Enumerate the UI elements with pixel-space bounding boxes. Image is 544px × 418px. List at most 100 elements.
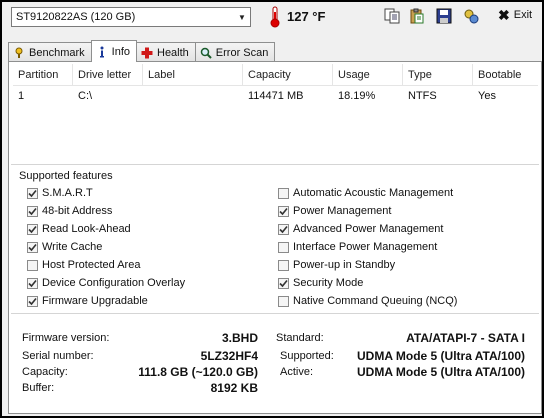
drive-select-value: ST9120822AS (120 GB) bbox=[16, 11, 136, 23]
tab-benchmark[interactable]: Benchmark bbox=[8, 42, 92, 62]
feature-checkbox-row[interactable]: Security Mode bbox=[278, 277, 363, 289]
serial-value: 5LZ32HF4 bbox=[200, 349, 258, 363]
standard-value: ATA/ATAPI-7 - SATA I bbox=[406, 331, 525, 345]
column-header-capacity[interactable]: Capacity bbox=[243, 64, 333, 86]
checkmark-icon bbox=[279, 279, 288, 287]
close-x-icon: ✖ bbox=[498, 7, 510, 23]
feature-label: Read Look-Ahead bbox=[42, 223, 131, 235]
checkbox-unchecked[interactable] bbox=[27, 259, 38, 271]
thermometer-icon bbox=[270, 6, 280, 28]
feature-label: Power-up in Standby bbox=[293, 259, 396, 271]
drive-select[interactable]: ST9120822AS (120 GB) ▼ bbox=[11, 7, 251, 27]
checkbox-checked[interactable] bbox=[27, 223, 38, 235]
feature-label: Power Management bbox=[293, 205, 392, 217]
feature-label: Automatic Acoustic Management bbox=[293, 187, 454, 199]
info-panel: Partition Drive letter Label Capacity Us… bbox=[8, 61, 542, 414]
feature-checkbox-row[interactable]: Host Protected Area bbox=[27, 259, 140, 271]
temperature-readout: 127 °F bbox=[287, 9, 326, 24]
magnifier-icon bbox=[200, 47, 212, 59]
checkmark-icon bbox=[279, 207, 288, 215]
feature-checkbox-row[interactable]: Firmware Upgradable bbox=[27, 295, 148, 307]
checkbox-checked[interactable] bbox=[278, 223, 289, 235]
feature-checkbox-row[interactable]: Write Cache bbox=[27, 241, 102, 253]
capacity-value: 111.8 GB (~120.0 GB) bbox=[138, 365, 258, 379]
column-header-bootable[interactable]: Bootable bbox=[473, 64, 538, 86]
capacity-label: Capacity: bbox=[22, 366, 68, 378]
checkbox-checked[interactable] bbox=[27, 277, 38, 289]
tab-label: Error Scan bbox=[215, 46, 269, 59]
feature-label: Security Mode bbox=[293, 277, 364, 289]
feature-checkbox-row[interactable]: Interface Power Management bbox=[278, 241, 437, 253]
buffer-value: 8192 KB bbox=[210, 381, 258, 395]
options-button[interactable] bbox=[461, 7, 481, 25]
feature-checkbox-row[interactable]: S.M.A.R.T bbox=[27, 187, 93, 199]
save-disk-icon bbox=[436, 8, 452, 24]
firmware-label: Firmware version: bbox=[22, 332, 110, 344]
tab-strip: Benchmark Info Health Error Scan bbox=[8, 40, 276, 62]
column-header-label[interactable]: Label bbox=[143, 64, 243, 86]
active-value: UDMA Mode 5 (Ultra ATA/100) bbox=[356, 365, 525, 379]
feature-label: Interface Power Management bbox=[293, 241, 438, 253]
checkmark-icon bbox=[28, 225, 37, 233]
paste-button[interactable] bbox=[407, 7, 427, 25]
column-header-usage[interactable]: Usage bbox=[333, 64, 403, 86]
supported-value: UDMA Mode 5 (Ultra ATA/100) bbox=[356, 349, 525, 363]
chevron-down-icon[interactable]: ▼ bbox=[234, 8, 250, 26]
feature-checkbox-row[interactable]: 48-bit Address bbox=[27, 205, 112, 217]
feature-checkbox-row[interactable]: Automatic Acoustic Management bbox=[278, 187, 453, 199]
tab-health[interactable]: Health bbox=[136, 42, 196, 62]
checkbox-unchecked[interactable] bbox=[278, 295, 289, 307]
cell-partition: 1 bbox=[18, 90, 25, 102]
copy-icon bbox=[384, 8, 400, 24]
save-button[interactable] bbox=[434, 7, 454, 25]
checkbox-checked[interactable] bbox=[278, 205, 289, 217]
tab-error-scan[interactable]: Error Scan bbox=[194, 42, 276, 62]
table-row[interactable]: 1 C:\ 114471 MB 18.19% NTFS Yes bbox=[13, 86, 538, 106]
checkbox-checked[interactable] bbox=[27, 295, 38, 307]
checkbox-unchecked[interactable] bbox=[278, 241, 289, 253]
column-header-type[interactable]: Type bbox=[403, 64, 473, 86]
supported-features-group: Supported features S.M.A.R.T 48-bit Addre… bbox=[11, 164, 539, 314]
feature-checkbox-row[interactable]: Power-up in Standby bbox=[278, 259, 395, 271]
standard-label: Standard: bbox=[276, 332, 324, 344]
cell-label bbox=[143, 86, 243, 106]
buffer-label: Buffer: bbox=[22, 382, 55, 394]
supported-label: Supported: bbox=[280, 350, 334, 362]
checkbox-checked[interactable] bbox=[27, 205, 38, 217]
checkmark-icon bbox=[28, 207, 37, 215]
options-icon bbox=[464, 9, 479, 24]
feature-label: Host Protected Area bbox=[42, 259, 141, 271]
feature-checkbox-row[interactable]: Advanced Power Management bbox=[278, 223, 443, 235]
feature-checkbox-row[interactable]: Device Configuration Overlay bbox=[27, 277, 185, 289]
checkmark-icon bbox=[28, 189, 37, 197]
checkbox-checked[interactable] bbox=[278, 277, 289, 289]
checkbox-checked[interactable] bbox=[27, 187, 38, 199]
app-window: ST9120822AS (120 GB) ▼ 127 °F ✖ Exit Ben… bbox=[0, 0, 544, 418]
checkmark-icon bbox=[28, 297, 37, 305]
cell-drive-letter: C:\ bbox=[78, 90, 93, 102]
feature-label: Device Configuration Overlay bbox=[42, 277, 186, 289]
tab-label: Info bbox=[111, 45, 130, 58]
clipboard-icon bbox=[410, 8, 424, 24]
feature-checkbox-row[interactable]: Read Look-Ahead bbox=[27, 223, 131, 235]
checkbox-unchecked[interactable] bbox=[278, 259, 289, 271]
column-header-partition[interactable]: Partition bbox=[13, 64, 73, 86]
checkmark-icon bbox=[28, 279, 37, 287]
tab-info[interactable]: Info bbox=[90, 40, 137, 62]
feature-checkbox-row[interactable]: Native Command Queuing (NCQ) bbox=[278, 295, 457, 307]
partition-table: Partition Drive letter Label Capacity Us… bbox=[13, 64, 538, 164]
feature-label: 48-bit Address bbox=[42, 205, 113, 217]
column-header-drive-letter[interactable]: Drive letter bbox=[73, 64, 143, 86]
feature-checkbox-row[interactable]: Power Management bbox=[278, 205, 391, 217]
checkbox-checked[interactable] bbox=[27, 241, 38, 253]
checkmark-icon bbox=[279, 225, 288, 233]
serial-label: Serial number: bbox=[22, 350, 94, 362]
info-icon bbox=[96, 46, 108, 58]
cell-capacity: 114471 MB bbox=[248, 90, 304, 102]
exit-button[interactable]: ✖ Exit bbox=[498, 8, 532, 22]
checkbox-unchecked[interactable] bbox=[278, 187, 289, 199]
cell-bootable: Yes bbox=[478, 90, 496, 102]
cell-usage: 18.19% bbox=[338, 90, 376, 102]
active-label: Active: bbox=[280, 366, 314, 378]
copy-button[interactable] bbox=[382, 7, 402, 25]
